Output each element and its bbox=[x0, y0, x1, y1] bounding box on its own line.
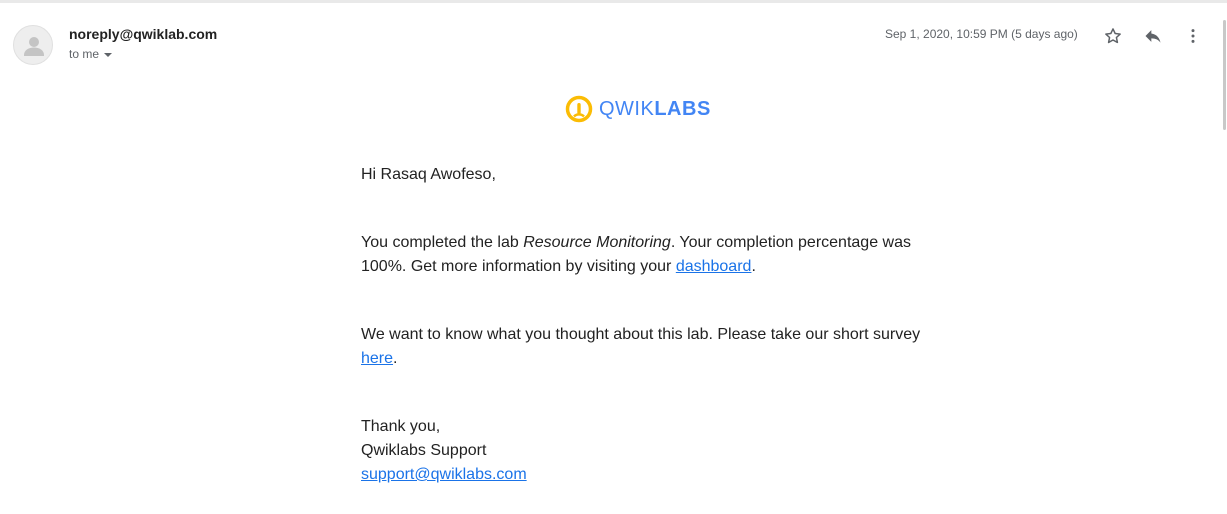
support-email-link[interactable]: support@qwiklabs.com bbox=[361, 466, 527, 483]
recipient-toggle[interactable]: to me bbox=[69, 47, 113, 61]
caret-down-icon[interactable] bbox=[104, 52, 113, 57]
lab-name: Resource Monitoring bbox=[523, 234, 671, 251]
message-date: Sep 1, 2020, 10:59 PM (5 days ago) bbox=[885, 27, 1078, 41]
completion-paragraph: You completed the lab Resource Monitorin… bbox=[361, 231, 921, 279]
top-divider bbox=[0, 0, 1227, 3]
logo-text-light: QWIK bbox=[599, 97, 655, 120]
avatar-icon[interactable] bbox=[13, 25, 53, 65]
signature-block: Thank you, Qwiklabs Support support@qwik… bbox=[361, 415, 921, 487]
star-icon[interactable] bbox=[1101, 24, 1125, 48]
signoff: Thank you, bbox=[361, 418, 441, 435]
recipient-label: to me bbox=[69, 47, 100, 61]
para1-pre: You completed the lab bbox=[361, 234, 524, 251]
para1-end: . bbox=[751, 258, 756, 275]
survey-link[interactable]: here bbox=[361, 350, 393, 367]
reply-icon[interactable] bbox=[1141, 24, 1165, 48]
para2-end: . bbox=[393, 350, 398, 367]
scrollbar[interactable] bbox=[1223, 20, 1226, 130]
logo-text-bold: LABS bbox=[654, 97, 711, 120]
more-vert-icon[interactable] bbox=[1181, 24, 1205, 48]
survey-paragraph: We want to know what you thought about t… bbox=[361, 323, 921, 371]
dashboard-link[interactable]: dashboard bbox=[676, 258, 752, 275]
greeting: Hi Rasaq Awofeso, bbox=[361, 166, 496, 183]
qwiklabs-logo: QWIKLABS bbox=[565, 95, 711, 123]
signature-name: Qwiklabs Support bbox=[361, 442, 487, 459]
sender-email: noreply@qwiklab.com bbox=[69, 26, 218, 42]
para2-pre: We want to know what you thought about t… bbox=[361, 326, 921, 343]
logo-wordmark: QWIKLABS bbox=[599, 98, 711, 121]
qwiklabs-logo-icon bbox=[565, 95, 593, 123]
